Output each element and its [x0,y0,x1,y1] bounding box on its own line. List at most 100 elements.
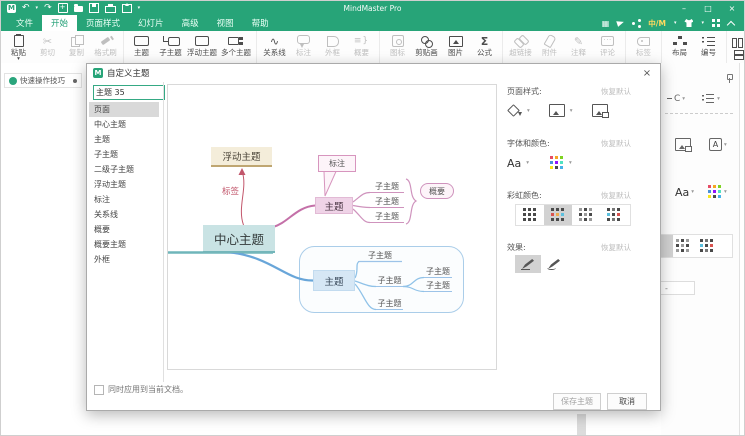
style-list-item[interactable]: 概要 [89,222,159,237]
ribbon-button[interactable]: 概要 [347,33,376,58]
caret-icon[interactable]: ▾ [570,108,573,114]
preview-floating-topic[interactable]: 浮动主题 [211,147,272,167]
preview-relationship-label[interactable]: 标签 [222,185,239,197]
preview-subtopic[interactable]: 子主题 [370,210,404,223]
skin-caret-icon[interactable]: ▾ [701,20,704,26]
menu-tab[interactable]: 帮助 [243,15,278,31]
effect-option-1[interactable] [515,255,541,273]
preview-subtopic[interactable]: 子主题 [376,274,403,287]
export-button[interactable] [122,2,132,14]
undo-button[interactable]: ↶ [22,2,30,14]
menu-tab[interactable]: 文件 [7,15,42,31]
preview-subtopic[interactable]: 子主题 [358,249,402,262]
background-image-icon[interactable] [549,104,565,117]
send-icon[interactable] [617,20,624,26]
rainbow-option-3[interactable] [572,205,600,225]
share-icon[interactable] [632,22,640,25]
restore-default-link[interactable]: 恢复默认 [601,138,647,149]
close-window-button[interactable]: × [720,1,744,15]
style-list-item[interactable]: 子主题 [89,147,159,162]
ribbon-button[interactable]: 粘贴 ▾ [4,33,33,64]
restore-default-link[interactable]: 恢复默认 [601,86,647,97]
fill-color-icon[interactable] [507,104,522,117]
skin-button[interactable] [684,19,693,27]
preview-central-topic[interactable]: 中心主题 [203,225,275,253]
quick-tips-tab[interactable]: 快速操作技巧 [4,73,82,88]
style-list-item[interactable]: 中心主题 [89,117,159,132]
style-list-item[interactable]: 页面 [89,102,159,117]
ribbon-button[interactable]: 多个主题 [219,33,253,58]
preview-subtopic[interactable]: 子主题 [424,279,452,292]
ribbon-button[interactable]: 注释 [564,33,593,58]
rainbow-option-2[interactable] [544,205,572,225]
theme-grid-icon[interactable] [676,239,679,242]
ribbon-button[interactable]: 浮动主题 [185,33,219,58]
ribbon-button[interactable]: 剪切 [33,33,62,58]
preview-summary[interactable]: 概要 [420,183,454,199]
maximize-button[interactable]: □ [696,1,720,15]
apps-grid-icon[interactable] [712,19,720,27]
caret-icon[interactable]: ▾ [569,160,572,166]
language-toggle[interactable]: 中/M [648,18,666,29]
ribbon-button[interactable]: 标签 [629,33,658,58]
qr-code-icon[interactable]: ▦ [602,19,610,28]
style-list-item[interactable]: 关系线 [89,207,159,222]
print-button[interactable] [105,2,116,14]
preview-callout[interactable]: 标注 [318,155,356,172]
menu-tab[interactable]: 视图 [208,15,243,31]
cancel-button[interactable]: 取消 [607,393,647,410]
rainbow-option-4[interactable] [600,205,628,225]
style-list-item[interactable]: 浮动主题 [89,177,159,192]
ribbon-button[interactable]: 关系线 [260,33,289,58]
style-list-item[interactable]: 外框 [89,252,159,267]
collapsed-control[interactable]: - [661,281,695,295]
menu-tab[interactable]: 页面样式 [77,15,129,31]
style-list-item[interactable]: 概要主题 [89,237,159,252]
pin-icon[interactable] [724,73,734,83]
text-box-button[interactable]: A▾ [709,138,727,151]
preview-subtopic[interactable]: 子主题 [370,195,404,208]
effect-option-2[interactable] [541,255,567,273]
new-document-button[interactable]: + [58,2,68,14]
preview-subtopic[interactable]: 子主题 [376,297,403,310]
dialog-close-button[interactable]: × [640,68,654,79]
theme-grid-icon[interactable] [700,239,703,242]
rainbow-option-1[interactable] [516,205,544,225]
caret-icon[interactable]: ▾ [526,160,529,166]
menu-tab[interactable]: 高级 [173,15,208,31]
restore-default-link[interactable]: 恢复默认 [601,190,647,201]
palette-icon[interactable] [550,156,553,159]
preview-subtopic[interactable]: 子主题 [424,265,452,278]
ribbon-button[interactable]: 复制 [62,33,91,58]
image-option-button[interactable] [675,138,691,151]
toolbar-more-caret-icon[interactable]: ▾ [138,5,141,11]
undo-caret-icon[interactable]: ▾ [36,5,39,11]
redo-button[interactable]: ↷ [44,2,52,14]
style-list-item[interactable]: 主题 [89,132,159,147]
branch-style-button[interactable]: C▾ [667,94,685,104]
ribbon-button[interactable]: 剪贴画 [412,33,441,58]
ribbon-button[interactable]: 附件 [535,33,564,58]
open-button[interactable] [74,2,83,14]
theme-name-input[interactable] [93,85,165,100]
ribbon-button[interactable]: 主题 [127,33,156,58]
ribbon-button[interactable]: 布局 [665,33,694,58]
ribbon-button[interactable]: 外框 [318,33,347,58]
ribbon-button[interactable]: 公式 [470,33,499,58]
scroll-handle[interactable] [577,414,586,436]
minimize-button[interactable]: – [672,1,696,15]
apply-checkbox[interactable] [94,385,104,395]
menu-tab[interactable]: 开始 [42,15,77,31]
ribbon-button[interactable]: 格式刷 [91,33,120,58]
font-button[interactable]: Aa▾ [675,186,694,199]
ribbon-button[interactable]: 超链接 [506,33,535,58]
preview-topic-blue[interactable]: 主题 [313,270,355,291]
color-button[interactable]: ▾ [708,185,727,199]
ribbon-button[interactable]: 图片 [441,33,470,58]
font-icon[interactable]: Aa [507,157,521,170]
remove-background-icon[interactable] [592,104,608,117]
ribbon-button[interactable]: 子主题 [156,33,185,58]
ribbon-button[interactable]: 编号 [694,33,723,58]
language-caret-icon[interactable]: ▾ [674,20,677,26]
ribbon-button[interactable]: 图标 [383,33,412,58]
